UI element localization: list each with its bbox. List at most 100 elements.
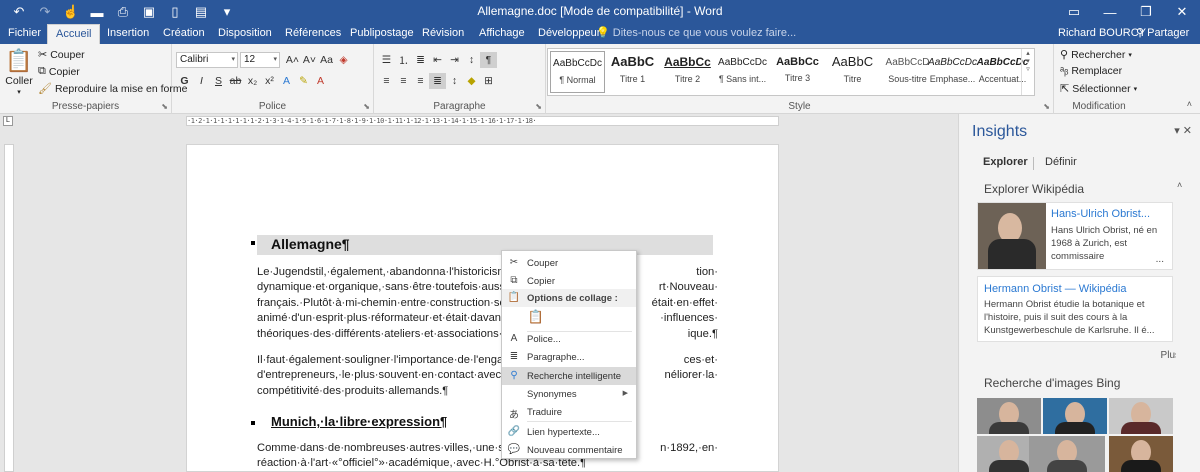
minimize-icon[interactable]: —: [1092, 0, 1128, 24]
clear-format-icon[interactable]: ◈: [335, 52, 352, 68]
font-family-select[interactable]: Calibri ▾: [176, 52, 238, 68]
multilevel-list-icon[interactable]: ≣: [412, 52, 429, 68]
tab-insert[interactable]: Insertion: [107, 24, 149, 44]
menu-synonyms[interactable]: Synonymes ▶: [502, 385, 636, 403]
close-pane-icon[interactable]: ✕: [1183, 125, 1192, 137]
align-left-icon[interactable]: ≡: [378, 73, 395, 89]
dialog-launcher-icon[interactable]: ⬊: [363, 102, 370, 111]
text-effects-icon[interactable]: A: [278, 73, 295, 89]
wiki-card-hans-ulrich[interactable]: Hans-Ulrich Obrist... Hans Ulrich Obrist…: [977, 202, 1173, 270]
shading-icon[interactable]: ◆: [463, 73, 480, 89]
replace-button[interactable]: ᵃᵦ Remplacer: [1060, 65, 1122, 77]
user-name[interactable]: Richard BOURCY: [1058, 24, 1146, 43]
paste-keep-text-icon[interactable]: 📋: [527, 309, 545, 327]
justify-icon[interactable]: ≣: [429, 73, 446, 89]
tab-view[interactable]: Affichage: [479, 24, 525, 44]
subscript-icon[interactable]: x₂: [244, 73, 261, 89]
dialog-launcher-icon[interactable]: ⬊: [1043, 102, 1050, 111]
copy-button[interactable]: ⧉ Copier: [38, 65, 80, 78]
tab-define[interactable]: Définir: [1045, 156, 1077, 168]
borders-icon[interactable]: ⊞: [480, 73, 497, 89]
tab-explore[interactable]: Explorer: [983, 156, 1028, 168]
decrease-indent-icon[interactable]: ⇤: [429, 52, 446, 68]
cut-button[interactable]: ✂ Couper: [38, 48, 85, 62]
paragraph-2-tail: ces·et· néliorer·la·: [664, 354, 718, 382]
collapse-ribbon-icon[interactable]: ˄: [1187, 99, 1192, 109]
horizontal-ruler[interactable]: ·1·2·1·1·1·1·1·1·1·2·1·3·1·4·1·5·1·6·1·7…: [186, 116, 779, 126]
font-color-icon[interactable]: A: [312, 73, 329, 89]
tell-me-search[interactable]: 💡 Dites-nous ce que vous voulez faire...: [596, 24, 796, 44]
format-painter-button[interactable]: 🖌 Reproduire la mise en forme: [38, 82, 187, 96]
tab-mailings[interactable]: Publipostage: [350, 24, 414, 44]
document-page[interactable]: Allemagne¶ Le·Jugendstil,·également,·aba…: [186, 144, 779, 472]
align-right-icon[interactable]: ≡: [412, 73, 429, 89]
menu-font[interactable]: A Police...: [502, 330, 636, 348]
heading-munich[interactable]: Munich,·la·libre·expression¶: [257, 414, 713, 432]
sort-icon[interactable]: ↕: [463, 52, 480, 68]
wiki-card-title[interactable]: Hermann Obrist — Wikipédia: [984, 283, 1170, 295]
menu-copy[interactable]: ⧉ Copier: [502, 272, 636, 290]
image-result[interactable]: [1043, 398, 1107, 434]
align-center-icon[interactable]: ≡: [395, 73, 412, 89]
dialog-launcher-icon[interactable]: ⬊: [161, 102, 168, 111]
dialog-launcher-icon[interactable]: ⬊: [535, 102, 542, 111]
menu-hyperlink[interactable]: 🔗 Lien hypertexte...: [502, 423, 636, 441]
menu-paragraph[interactable]: ≣ Paragraphe...: [502, 348, 636, 366]
vertical-ruler[interactable]: [4, 144, 14, 472]
editing-label: Modification: [1072, 101, 1126, 112]
menu-new-comment[interactable]: 💬 Nouveau commentaire: [502, 441, 636, 459]
increase-indent-icon[interactable]: ⇥: [446, 52, 463, 68]
change-case-icon[interactable]: Aa: [318, 52, 335, 68]
shrink-font-icon[interactable]: A˅: [301, 52, 318, 68]
wiki-card-title[interactable]: Hans-Ulrich Obrist...: [1051, 208, 1169, 220]
card-more[interactable]: ...: [1156, 254, 1164, 265]
paragraph-label: Paragraphe: [433, 101, 486, 112]
image-result[interactable]: [1109, 398, 1173, 434]
ribbon-display-icon[interactable]: ▭: [1056, 0, 1092, 24]
paste-button[interactable]: 📋 Coller ▾: [5, 48, 32, 96]
ruler-row: L ·1·2·1·1·1·1·1·1·1·2·1·3·1·4·1·5·1·6·1…: [0, 114, 958, 128]
find-button[interactable]: ⚲ Rechercher ▾: [1060, 48, 1132, 62]
grow-font-icon[interactable]: A˄: [284, 52, 301, 68]
line-spacing-icon[interactable]: ↕: [446, 73, 463, 89]
bullets-icon[interactable]: ☰: [378, 52, 395, 68]
search-icon: ⚲: [1060, 49, 1069, 61]
show-marks-icon[interactable]: ¶: [480, 52, 497, 68]
copy-icon: ⧉: [510, 275, 518, 286]
bold-icon[interactable]: G: [176, 73, 193, 89]
paragraph-icon: ≣: [509, 351, 519, 362]
tab-file[interactable]: Fichier: [8, 24, 41, 44]
tab-home[interactable]: Accueil: [47, 24, 101, 44]
superscript-icon[interactable]: x²: [261, 73, 278, 89]
tab-references[interactable]: Références: [285, 24, 341, 44]
wiki-card-hermann[interactable]: Hermann Obrist — Wikipédia Hermann Obris…: [977, 276, 1173, 342]
insights-scrollbar[interactable]: ˄: [1176, 176, 1188, 472]
tab-selector-icon[interactable]: L: [3, 116, 13, 126]
tab-design[interactable]: Création: [163, 24, 205, 44]
menu-cut[interactable]: ✂ Couper: [502, 254, 636, 272]
restore-icon[interactable]: ❐: [1128, 0, 1164, 24]
share-button[interactable]: ⚲ Partager: [1136, 24, 1189, 43]
italic-icon[interactable]: I: [193, 73, 210, 89]
image-result[interactable]: [1109, 436, 1173, 472]
strikethrough-icon[interactable]: ab: [227, 73, 244, 89]
tab-developer[interactable]: Développeur: [538, 24, 600, 44]
pane-options-icon[interactable]: ▾: [1174, 125, 1180, 137]
close-icon[interactable]: ✕: [1164, 0, 1200, 24]
tab-layout[interactable]: Disposition: [218, 24, 272, 44]
underline-icon[interactable]: S: [210, 73, 227, 89]
person-icon: ⚲: [1136, 27, 1145, 39]
heading-allemagne[interactable]: Allemagne¶: [257, 235, 713, 255]
numbering-icon[interactable]: ⒈: [395, 52, 412, 68]
image-result[interactable]: [977, 398, 1041, 434]
cursor-icon: ⇱: [1060, 83, 1070, 95]
select-button[interactable]: ⇱ Sélectionner ▾: [1060, 82, 1137, 96]
menu-paste-options: 📋 Options de collage :: [502, 289, 636, 307]
tab-review[interactable]: Révision: [422, 24, 464, 44]
menu-smart-lookup[interactable]: ⚲ Recherche intelligente: [502, 367, 636, 385]
font-size-select[interactable]: 12 ▾: [240, 52, 280, 68]
highlight-icon[interactable]: ✎: [295, 73, 312, 89]
image-result[interactable]: [1029, 436, 1105, 472]
scroll-up-icon[interactable]: ˄: [1177, 180, 1182, 190]
menu-translate[interactable]: あ Traduire: [502, 403, 636, 421]
